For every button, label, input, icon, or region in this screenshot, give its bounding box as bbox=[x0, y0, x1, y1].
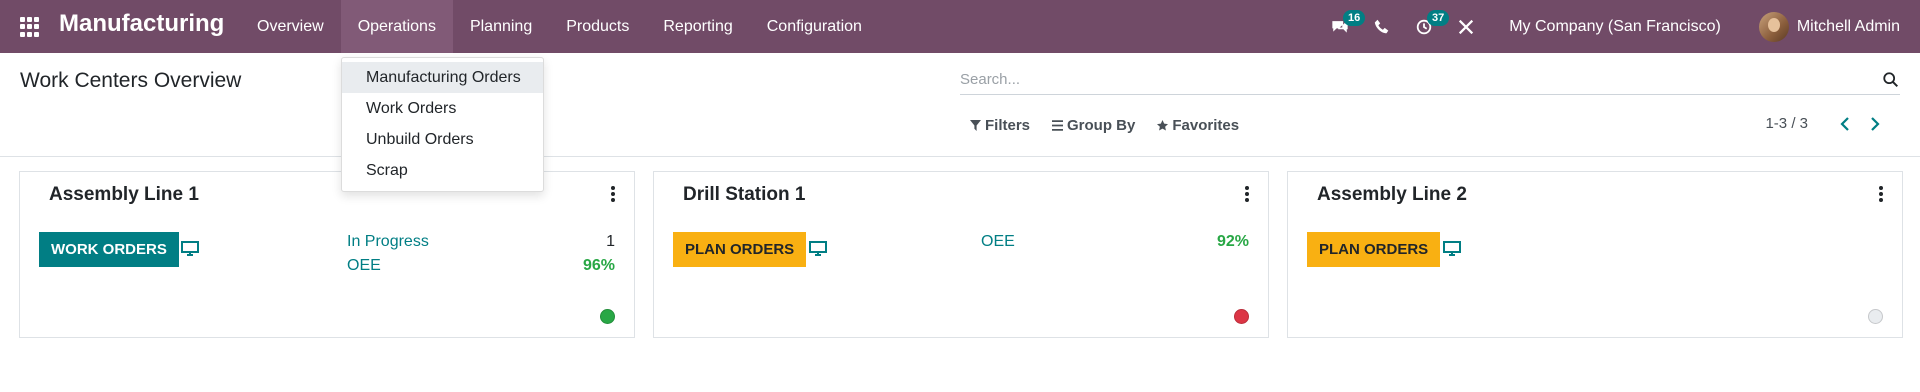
menu-item-overview[interactable]: Overview bbox=[240, 0, 341, 53]
phone-button[interactable] bbox=[1367, 0, 1397, 53]
apps-menu-icon[interactable] bbox=[20, 17, 40, 37]
messages-badge: 16 bbox=[1342, 10, 1366, 26]
debug-tools-button[interactable] bbox=[1451, 0, 1481, 53]
search-icon[interactable] bbox=[1882, 71, 1900, 89]
workcenter-card[interactable]: Drill Station 1 PLAN ORDERS OEE 92% bbox=[653, 171, 1269, 338]
stat-label[interactable]: OEE bbox=[347, 257, 381, 275]
menu-item-planning[interactable]: Planning bbox=[453, 0, 549, 53]
stat-value: 92% bbox=[1216, 233, 1249, 250]
monitor-icon[interactable] bbox=[181, 240, 199, 258]
tools-icon bbox=[1459, 19, 1474, 34]
activities-button[interactable]: 37 bbox=[1409, 0, 1450, 53]
page-title: Work Centers Overview bbox=[20, 69, 242, 92]
control-panel: Work Centers Overview Filters Group By F… bbox=[0, 53, 1920, 157]
avatar bbox=[1758, 11, 1789, 42]
operations-dropdown: Manufacturing Orders Work Orders Unbuild… bbox=[341, 57, 544, 192]
dropdown-item-scrap[interactable]: Scrap bbox=[342, 155, 543, 186]
pager-next-button[interactable] bbox=[1860, 116, 1890, 131]
menu-item-operations[interactable]: Operations bbox=[340, 0, 453, 53]
card-menu-icon[interactable] bbox=[1878, 186, 1884, 202]
dropdown-item-unbuild-orders[interactable]: Unbuild Orders bbox=[342, 124, 543, 155]
chevron-left-icon bbox=[1840, 116, 1849, 131]
stat-oee: OEE 96% bbox=[347, 257, 615, 275]
status-dot[interactable] bbox=[1868, 309, 1883, 324]
menu-item-reporting[interactable]: Reporting bbox=[646, 0, 749, 53]
stat-in-progress: In Progress 1 bbox=[347, 233, 615, 251]
pager-previous-button[interactable] bbox=[1830, 116, 1860, 131]
card-title: Drill Station 1 bbox=[683, 184, 806, 205]
monitor-icon[interactable] bbox=[1443, 240, 1461, 258]
pager: 1-3 / 3 bbox=[1765, 115, 1890, 132]
phone-icon bbox=[1375, 19, 1389, 33]
activities-badge: 37 bbox=[1426, 10, 1450, 26]
list-icon bbox=[1052, 120, 1064, 131]
user-menu[interactable]: Mitchell Admin bbox=[1758, 11, 1900, 42]
top-navbar: Manufacturing Overview Operations Planni… bbox=[0, 0, 1920, 53]
filters-label: Filters bbox=[985, 117, 1031, 134]
main-menu: Overview Operations Planning Products Re… bbox=[240, 0, 879, 53]
status-dot[interactable] bbox=[600, 309, 615, 324]
card-title: Assembly Line 1 bbox=[49, 184, 199, 205]
work-orders-button[interactable]: WORK ORDERS bbox=[39, 232, 179, 267]
workcenter-card[interactable]: Assembly Line 1 WORK ORDERS In Progress … bbox=[19, 171, 635, 338]
stat-value: 1 bbox=[606, 233, 615, 250]
menu-item-configuration[interactable]: Configuration bbox=[750, 0, 879, 53]
dropdown-item-work-orders[interactable]: Work Orders bbox=[342, 93, 543, 124]
plan-orders-button[interactable]: PLAN ORDERS bbox=[673, 232, 807, 267]
card-menu-icon[interactable] bbox=[1244, 186, 1250, 202]
chevron-right-icon bbox=[1871, 116, 1880, 131]
search-bar bbox=[960, 65, 1900, 95]
workcenter-card[interactable]: Assembly Line 2 PLAN ORDERS bbox=[1287, 171, 1903, 338]
user-name: Mitchell Admin bbox=[1796, 17, 1900, 35]
search-options: Filters Group By Favorites bbox=[970, 117, 1239, 134]
company-switcher[interactable]: My Company (San Francisco) bbox=[1509, 18, 1721, 36]
favorites-button[interactable]: Favorites bbox=[1157, 117, 1239, 134]
card-menu-icon[interactable] bbox=[610, 186, 616, 202]
dropdown-item-manufacturing-orders[interactable]: Manufacturing Orders bbox=[342, 62, 543, 93]
monitor-icon[interactable] bbox=[809, 240, 827, 258]
app-name[interactable]: Manufacturing bbox=[59, 10, 224, 38]
stat-value: 96% bbox=[582, 257, 615, 274]
status-dot[interactable] bbox=[1234, 309, 1249, 324]
star-icon bbox=[1157, 120, 1169, 131]
plan-orders-button[interactable]: PLAN ORDERS bbox=[1307, 232, 1441, 267]
stat-label[interactable]: OEE bbox=[981, 233, 1015, 251]
stat-oee: OEE 92% bbox=[981, 233, 1249, 251]
filters-button[interactable]: Filters bbox=[970, 117, 1030, 134]
card-title: Assembly Line 2 bbox=[1317, 184, 1467, 205]
systray: 16 37 My Company (San Francisco) Mitchel… bbox=[1319, 0, 1920, 53]
group-by-label: Group By bbox=[1067, 117, 1136, 134]
search-input[interactable] bbox=[960, 71, 1882, 88]
pager-value[interactable]: 1-3 / 3 bbox=[1765, 115, 1808, 132]
messages-button[interactable]: 16 bbox=[1325, 0, 1366, 53]
funnel-icon bbox=[970, 120, 981, 131]
stat-label[interactable]: In Progress bbox=[347, 233, 429, 251]
menu-item-products[interactable]: Products bbox=[549, 0, 646, 53]
group-by-button[interactable]: Group By bbox=[1052, 117, 1135, 134]
favorites-label: Favorites bbox=[1172, 117, 1240, 134]
